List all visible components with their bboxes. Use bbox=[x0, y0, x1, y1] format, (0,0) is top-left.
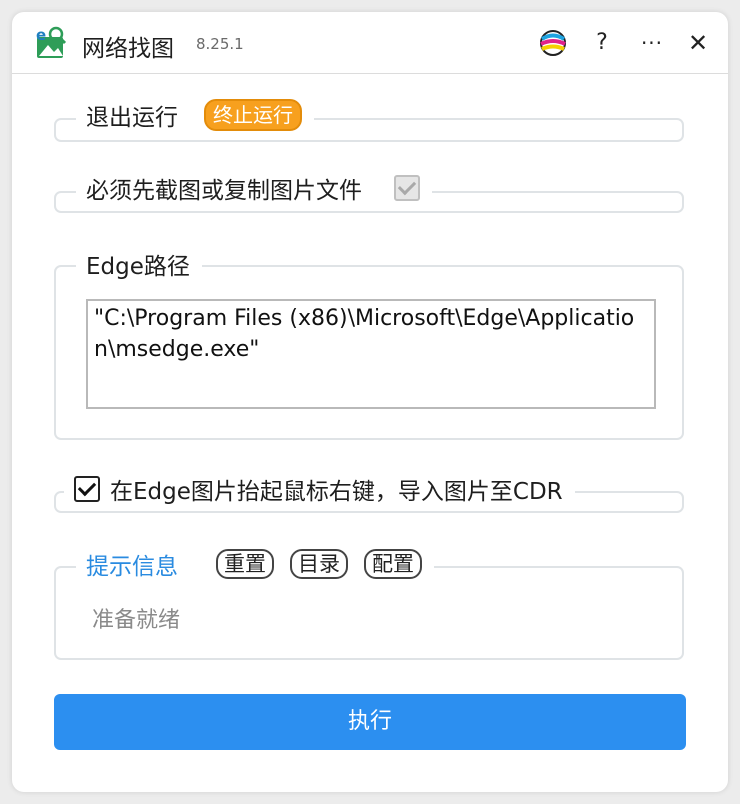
import-group-legend: 在Edge图片抬起鼠标右键，导入图片至CDR bbox=[64, 472, 575, 506]
tips-title: 提示信息 bbox=[86, 554, 178, 580]
run-group-label: 退出运行 bbox=[86, 105, 178, 131]
run-group-legend: 退出运行 终止运行 bbox=[76, 98, 314, 132]
import-cdr-checkbox[interactable] bbox=[74, 476, 100, 502]
svg-text:e: e bbox=[36, 26, 46, 44]
edge-path-group: Edge路径 "C:\Program Files (x86)\Microsoft… bbox=[54, 247, 684, 440]
more-icon[interactable]: ··· bbox=[636, 27, 668, 59]
title-bar: e 网络找图 8.25.1 ? ··· ✕ bbox=[12, 12, 728, 74]
edge-path-label: Edge路径 bbox=[86, 254, 190, 280]
require-screenshot-label: 必须先截图或复制图片文件 bbox=[86, 178, 362, 204]
main-window: e 网络找图 8.25.1 ? ··· ✕ 退出运行 终止运行 必须先截图或复制… bbox=[12, 12, 728, 792]
help-icon[interactable]: ? bbox=[586, 27, 618, 59]
directory-button[interactable]: 目录 bbox=[290, 549, 348, 579]
edge-path-legend: Edge路径 bbox=[76, 247, 202, 281]
require-group-legend: 必须先截图或复制图片文件 bbox=[76, 171, 432, 205]
status-text: 准备就绪 bbox=[92, 608, 181, 633]
tips-group: 提示信息 重置 目录 配置 准备就绪 bbox=[54, 547, 684, 660]
stop-running-button[interactable]: 终止运行 bbox=[204, 99, 302, 131]
require-group: 必须先截图或复制图片文件 bbox=[54, 171, 684, 213]
import-group: 在Edge图片抬起鼠标右键，导入图片至CDR bbox=[54, 472, 684, 513]
run-group: 退出运行 终止运行 bbox=[54, 98, 684, 142]
reset-button[interactable]: 重置 bbox=[216, 549, 274, 579]
import-cdr-label: 在Edge图片抬起鼠标右键，导入图片至CDR bbox=[110, 479, 563, 505]
app-logo-icon: e bbox=[36, 26, 67, 58]
require-screenshot-checkbox[interactable] bbox=[394, 175, 420, 201]
tips-group-legend: 提示信息 重置 目录 配置 bbox=[76, 547, 434, 581]
execute-button[interactable]: 执行 bbox=[54, 694, 686, 750]
close-icon[interactable]: ✕ bbox=[682, 27, 714, 59]
edge-path-input[interactable]: "C:\Program Files (x86)\Microsoft\Edge\A… bbox=[86, 299, 656, 409]
app-title: 网络找图 bbox=[82, 36, 174, 62]
color-theme-icon[interactable] bbox=[537, 27, 569, 59]
config-button[interactable]: 配置 bbox=[364, 549, 422, 579]
app-version: 8.25.1 bbox=[196, 35, 244, 53]
